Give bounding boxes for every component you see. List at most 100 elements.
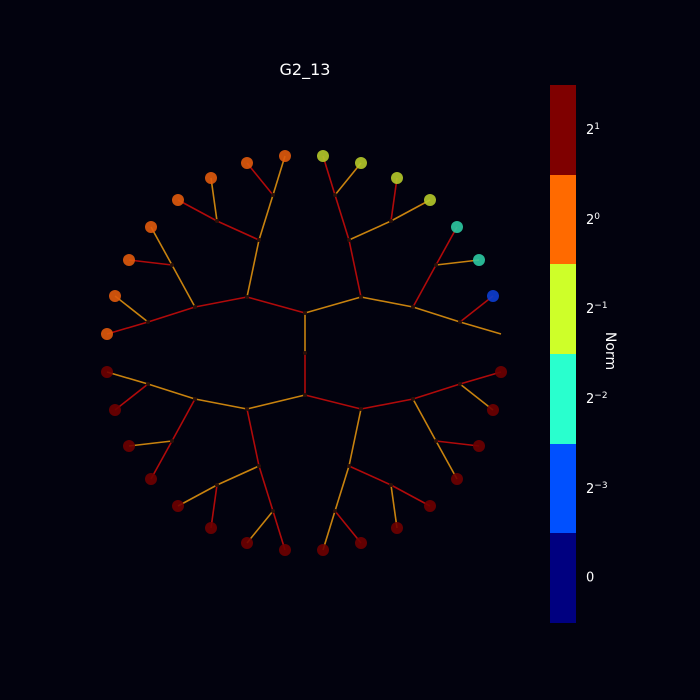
tree-edge: [246, 162, 274, 196]
leaf-node-top-left: [109, 290, 121, 302]
tree-edge: [435, 440, 480, 447]
leaf-node-bottom-left: [101, 366, 113, 378]
tree-edge: [412, 398, 437, 442]
internal-node: [458, 320, 462, 324]
tree-edge: [459, 371, 502, 385]
tree-edge: [459, 383, 494, 411]
leaf-node-bottom-left: [279, 544, 291, 556]
colorbar-tick-label: 0: [586, 570, 595, 586]
internal-node: [146, 382, 150, 386]
tree-edge: [258, 465, 274, 512]
tree-edge: [435, 259, 480, 266]
tree-edge: [246, 408, 260, 467]
colorbar-segment: [550, 354, 576, 444]
tree-edge: [171, 264, 196, 308]
tree-graph: [101, 150, 507, 556]
internal-node: [303, 393, 307, 397]
leaf-node-bottom-left: [172, 500, 184, 512]
leaf-node-top-right: [317, 150, 329, 162]
leaf-node-top-right: [391, 172, 403, 184]
tree-edge: [147, 383, 196, 400]
internal-node: [257, 238, 261, 242]
internal-node: [170, 439, 174, 443]
tree-edge: [390, 484, 431, 507]
leaf-node-top-right: [473, 254, 485, 266]
tree-edge: [246, 296, 306, 314]
internal-node: [193, 397, 197, 401]
colorbar-tick-label: 21: [586, 121, 601, 138]
internal-node: [389, 483, 393, 487]
internal-node: [411, 305, 415, 309]
tree-edge: [114, 383, 149, 411]
internal-node: [434, 263, 438, 267]
tree-edge: [128, 259, 173, 266]
tree-edge: [246, 239, 260, 298]
tree-edge: [128, 440, 173, 447]
internal-node: [458, 382, 462, 386]
colorbar-tick-label: 2−2: [586, 390, 608, 407]
tree-edge: [348, 465, 392, 486]
leaf-node-top-left: [123, 254, 135, 266]
tree-edge: [348, 408, 362, 467]
leaf-node-bottom-left: [123, 440, 135, 452]
colorbar-segment: [550, 443, 576, 534]
leaf-node-top-right: [355, 157, 367, 169]
internal-node: [245, 407, 249, 411]
internal-node: [271, 193, 275, 197]
internal-node: [170, 263, 174, 267]
leaf-node-bottom-right: [473, 440, 485, 452]
tree-edge: [459, 321, 502, 335]
tree-edge: [272, 510, 286, 551]
tree-edge: [210, 177, 218, 222]
tree-edge: [360, 398, 414, 410]
tree-edge: [390, 199, 431, 222]
internal-node: [303, 351, 307, 355]
tree-edge: [246, 394, 306, 410]
tree-edge: [412, 264, 437, 308]
tree-edge: [412, 383, 461, 400]
internal-node: [411, 397, 415, 401]
tree-edge: [177, 199, 218, 222]
tree-edge: [194, 398, 248, 410]
colorbar: [550, 85, 576, 624]
leaf-node-bottom-left: [205, 522, 217, 534]
tree-edge: [150, 226, 173, 266]
tree-edge: [459, 295, 494, 323]
internal-node: [359, 407, 363, 411]
leaf-node-top-left: [145, 221, 157, 233]
leaf-node-top-left: [205, 172, 217, 184]
colorbar-tick-label: 20: [586, 211, 601, 228]
leaf-node-top-right: [487, 290, 499, 302]
colorbar-tick-label: 2−1: [586, 300, 608, 318]
leaf-node-top-left: [101, 328, 113, 340]
colorbar-segment: [550, 533, 576, 624]
tree-edge: [348, 239, 362, 298]
tree-edge: [194, 296, 248, 308]
colorbar-label: Norm: [602, 331, 618, 371]
leaf-node-bottom-left: [145, 473, 157, 485]
internal-node: [245, 295, 249, 299]
tree-edge: [106, 321, 149, 335]
leaf-node-top-right: [424, 194, 436, 206]
tree-edge: [334, 194, 350, 241]
tree-edge: [322, 510, 336, 551]
leaf-node-bottom-left: [109, 404, 121, 416]
tree-edge: [150, 440, 173, 480]
internal-node: [347, 464, 351, 468]
internal-node: [333, 509, 337, 513]
tree-edge: [334, 162, 362, 196]
tree-edge: [435, 226, 458, 266]
leaf-node-bottom-right: [495, 366, 507, 378]
tree-edge: [334, 465, 350, 512]
tree-edge: [390, 484, 398, 529]
internal-node: [333, 193, 337, 197]
tree-edge: [348, 220, 392, 241]
internal-node: [359, 295, 363, 299]
tree-edge: [258, 194, 274, 241]
leaf-node-bottom-right: [487, 404, 499, 416]
tree-edge: [304, 394, 362, 410]
tree-edge: [272, 155, 286, 196]
internal-node: [193, 305, 197, 309]
leaf-node-top-right: [451, 221, 463, 233]
internal-node: [434, 439, 438, 443]
